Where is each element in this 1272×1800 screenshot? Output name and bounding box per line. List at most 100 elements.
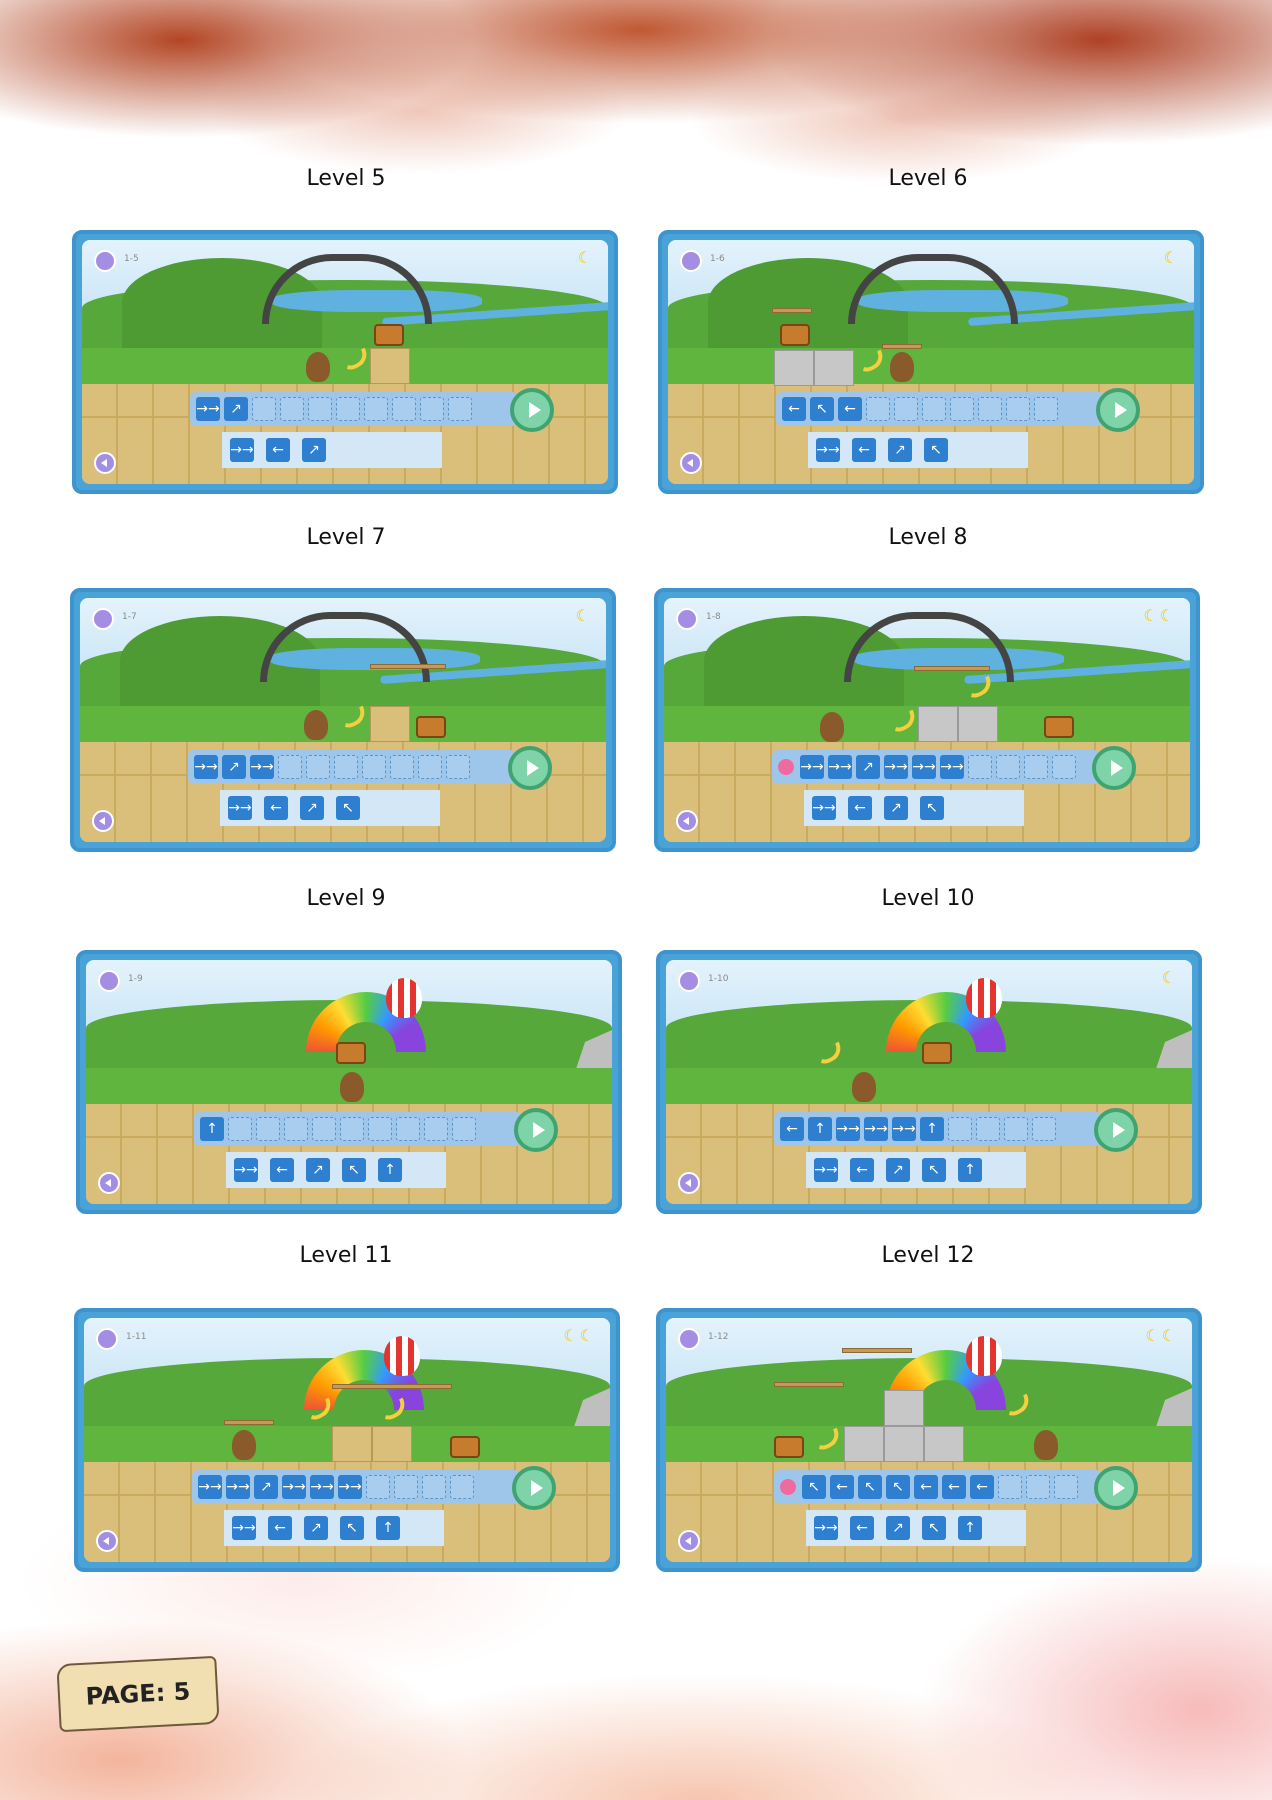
program-command-block[interactable]: ↖ — [886, 1475, 910, 1499]
palette-command-button[interactable]: ← — [264, 796, 288, 820]
program-command-block[interactable]: ↑ — [200, 1117, 224, 1141]
program-command-block[interactable]: ↗ — [856, 755, 880, 779]
palette-command-button[interactable]: ↖ — [342, 1158, 366, 1182]
play-button[interactable] — [1092, 746, 1136, 790]
speaker-icon[interactable] — [96, 1530, 118, 1552]
palette-command-button[interactable]: ← — [270, 1158, 294, 1182]
palette-command-button[interactable]: ↖ — [922, 1158, 946, 1182]
palette-command-button[interactable]: ↗ — [302, 438, 326, 462]
palette-command-button[interactable]: →→ — [814, 1516, 838, 1540]
game-scene: 1-7 ☾ →→ ↗ →→ →→ ← ↗ ↖ — [80, 598, 606, 842]
program-command-block[interactable]: ← — [830, 1475, 854, 1499]
program-command-block[interactable]: →→ — [892, 1117, 916, 1141]
levels-menu-icon[interactable] — [680, 250, 702, 272]
palette-command-button[interactable]: ↗ — [304, 1516, 328, 1540]
program-command-block[interactable]: ↗ — [224, 397, 248, 421]
rewind-icon[interactable] — [780, 1479, 796, 1495]
program-command-block[interactable]: ← — [970, 1475, 994, 1499]
play-button[interactable] — [514, 1108, 558, 1152]
palette-command-button[interactable]: ↖ — [924, 438, 948, 462]
program-command-block[interactable]: →→ — [884, 755, 908, 779]
palette-command-button[interactable]: ↗ — [886, 1158, 910, 1182]
program-command-block[interactable]: ↖ — [858, 1475, 882, 1499]
palette-command-button[interactable]: ↗ — [886, 1516, 910, 1540]
palette-command-button[interactable]: ↖ — [920, 796, 944, 820]
palette-command-button[interactable]: ↗ — [888, 438, 912, 462]
program-command-block[interactable]: →→ — [800, 755, 824, 779]
program-command-block[interactable]: ↑ — [808, 1117, 832, 1141]
program-command-block[interactable]: ↖ — [802, 1475, 826, 1499]
program-command-block[interactable]: ↗ — [254, 1475, 278, 1499]
palette-command-button[interactable]: →→ — [816, 438, 840, 462]
palette-command-button[interactable]: ↑ — [378, 1158, 402, 1182]
levels-menu-icon[interactable] — [92, 608, 114, 630]
wooden-plank — [332, 1384, 452, 1389]
program-command-block[interactable]: ← — [838, 397, 862, 421]
wooden-plank — [370, 664, 446, 669]
program-command-block[interactable]: ← — [780, 1117, 804, 1141]
program-command-block[interactable]: ↑ — [920, 1117, 944, 1141]
play-button[interactable] — [510, 388, 554, 432]
program-command-block[interactable]: →→ — [194, 755, 218, 779]
play-button[interactable] — [1094, 1466, 1138, 1510]
speaker-icon[interactable] — [94, 452, 116, 474]
speaker-icon[interactable] — [92, 810, 114, 832]
palette-command-button[interactable]: →→ — [230, 438, 254, 462]
palette-command-button[interactable]: ← — [852, 438, 876, 462]
palette-command-button[interactable]: ↖ — [336, 796, 360, 820]
program-command-block[interactable]: →→ — [250, 755, 274, 779]
palette-command-button[interactable]: ↗ — [884, 796, 908, 820]
levels-menu-icon[interactable] — [96, 1328, 118, 1350]
empty-program-slot — [256, 1117, 280, 1141]
palette-command-button[interactable]: ← — [848, 796, 872, 820]
program-command-block[interactable]: →→ — [836, 1117, 860, 1141]
palette-command-button[interactable]: ← — [850, 1158, 874, 1182]
palette-command-button[interactable]: →→ — [234, 1158, 258, 1182]
program-command-block[interactable]: →→ — [196, 397, 220, 421]
speaker-icon[interactable] — [678, 1530, 700, 1552]
program-command-block[interactable]: ↗ — [222, 755, 246, 779]
palette-command-button[interactable]: ↑ — [958, 1516, 982, 1540]
speaker-icon[interactable] — [676, 810, 698, 832]
play-button[interactable] — [1094, 1108, 1138, 1152]
play-button[interactable] — [1096, 388, 1140, 432]
program-command-block[interactable]: →→ — [338, 1475, 362, 1499]
palette-command-button[interactable]: →→ — [812, 796, 836, 820]
speaker-icon[interactable] — [678, 1172, 700, 1194]
levels-menu-icon[interactable] — [98, 970, 120, 992]
play-button[interactable] — [508, 746, 552, 790]
palette-command-button[interactable]: →→ — [228, 796, 252, 820]
palette-command-button[interactable]: ← — [850, 1516, 874, 1540]
program-command-block[interactable]: →→ — [198, 1475, 222, 1499]
palette-command-button[interactable]: ↗ — [306, 1158, 330, 1182]
palette-command-button[interactable]: →→ — [814, 1158, 838, 1182]
palette-command-button[interactable]: ← — [268, 1516, 292, 1540]
program-command-block[interactable]: →→ — [226, 1475, 250, 1499]
levels-menu-icon[interactable] — [676, 608, 698, 630]
speaker-icon[interactable] — [680, 452, 702, 474]
speaker-icon[interactable] — [98, 1172, 120, 1194]
levels-menu-icon[interactable] — [678, 970, 700, 992]
palette-command-button[interactable]: ↑ — [958, 1158, 982, 1182]
program-command-block[interactable]: →→ — [828, 755, 852, 779]
levels-menu-icon[interactable] — [94, 250, 116, 272]
palette-command-button[interactable]: ↖ — [340, 1516, 364, 1540]
palette-command-button[interactable]: ↑ — [376, 1516, 400, 1540]
rewind-icon[interactable] — [778, 759, 794, 775]
levels-menu-icon[interactable] — [678, 1328, 700, 1350]
palette-command-button[interactable]: ↗ — [300, 796, 324, 820]
program-command-block[interactable]: →→ — [864, 1117, 888, 1141]
stone-block — [924, 1426, 964, 1462]
program-command-block[interactable]: ← — [914, 1475, 938, 1499]
program-command-block[interactable]: ← — [942, 1475, 966, 1499]
program-command-block[interactable]: →→ — [282, 1475, 306, 1499]
palette-command-button[interactable]: →→ — [232, 1516, 256, 1540]
program-command-block[interactable]: ← — [782, 397, 806, 421]
program-command-block[interactable]: ↖ — [810, 397, 834, 421]
program-command-block[interactable]: →→ — [310, 1475, 334, 1499]
program-command-block[interactable]: →→ — [940, 755, 964, 779]
play-button[interactable] — [512, 1466, 556, 1510]
palette-command-button[interactable]: ↖ — [922, 1516, 946, 1540]
palette-command-button[interactable]: ← — [266, 438, 290, 462]
program-command-block[interactable]: →→ — [912, 755, 936, 779]
